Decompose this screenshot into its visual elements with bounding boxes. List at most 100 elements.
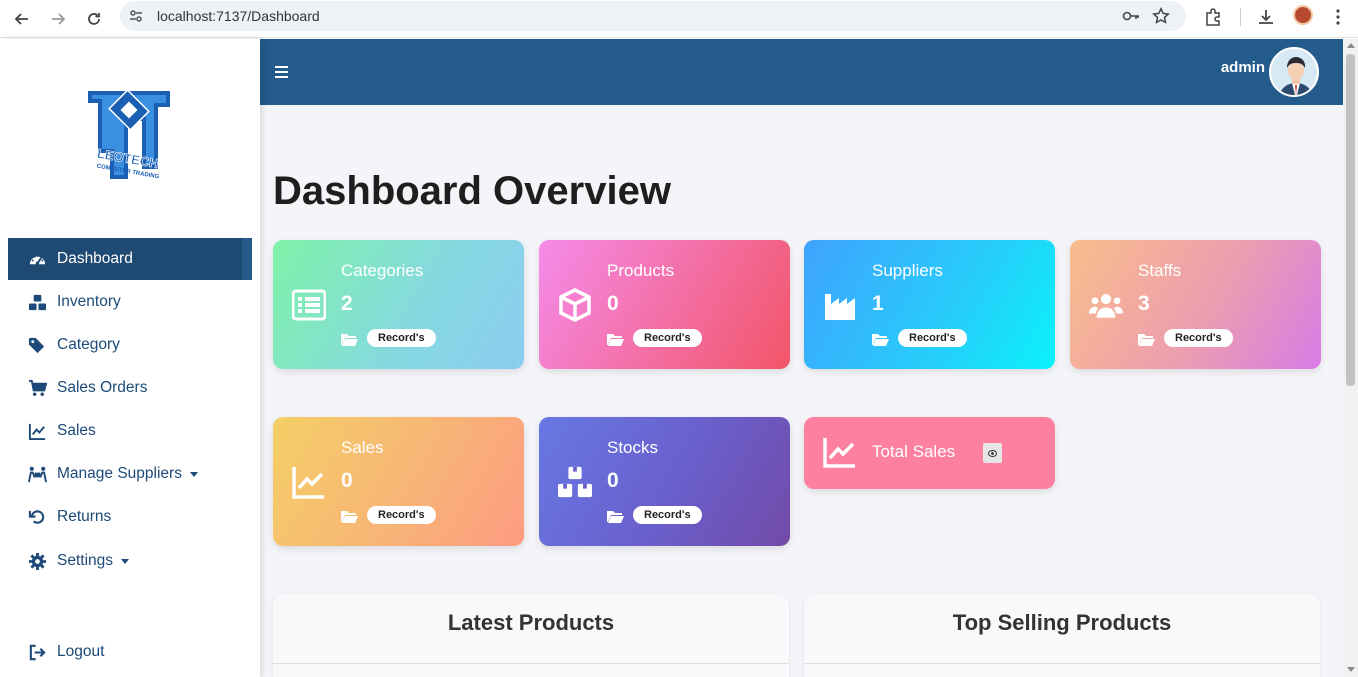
sidebar-item-inventory[interactable]: Inventory — [8, 281, 252, 323]
eye-icon — [988, 449, 997, 457]
address-bar[interactable]: localhost:7137/Dashboard — [120, 1, 1186, 31]
list-icon — [292, 289, 326, 321]
leotech-logo-icon: LEOTECH COMPUTER TRADING — [88, 89, 170, 180]
folder-open-icon — [872, 334, 889, 346]
forward-button[interactable] — [45, 6, 71, 32]
folder-open-icon — [1138, 334, 1155, 346]
users-icon — [1089, 293, 1123, 318]
hamburger-menu-icon[interactable] — [275, 66, 288, 78]
undo-icon — [27, 507, 47, 527]
url-text[interactable]: localhost:7137/Dashboard — [157, 8, 320, 24]
card-count: 2 — [341, 292, 353, 315]
page-scrollbar[interactable] — [1343, 39, 1358, 677]
page-title: Dashboard Overview — [273, 169, 671, 213]
scroll-up-icon[interactable] — [1347, 43, 1355, 48]
sidebar-item-returns[interactable]: Returns — [8, 496, 252, 538]
card-title: Stocks — [607, 438, 659, 457]
chevron-down-icon — [189, 471, 198, 477]
panel-title: Top Selling Products — [952, 610, 1172, 635]
sign-out-icon — [27, 642, 47, 662]
card-suppliers[interactable]: Suppliers 1 Record's — [804, 240, 1055, 369]
sidebar-item-manage-suppliers[interactable]: Manage Suppliers — [8, 453, 252, 495]
key-icon[interactable] — [1122, 8, 1140, 24]
total-sales-label: Total Sales — [872, 442, 956, 461]
divider — [804, 663, 1320, 664]
back-button[interactable] — [9, 6, 35, 32]
records-badge[interactable]: Record's — [367, 506, 436, 524]
extensions-button[interactable] — [1202, 6, 1224, 28]
sidebar-item-label: Dashboard — [57, 250, 133, 267]
boxes-icon — [27, 292, 47, 312]
avatar[interactable] — [1269, 47, 1319, 97]
industry-icon — [825, 294, 855, 320]
sidebar-item-sales[interactable]: Sales — [8, 410, 252, 452]
sidebar-item-label: Returns — [57, 508, 112, 525]
main-content: admin Dashboard Overview Categories 2 Re… — [260, 39, 1343, 677]
topbar: admin — [260, 39, 1343, 105]
company-logo[interactable]: LEOTECH COMPUTER TRADING — [88, 89, 172, 183]
card-title: Staffs — [1138, 261, 1182, 280]
records-badge[interactable]: Record's — [633, 506, 702, 524]
arrow-left-icon — [14, 13, 28, 25]
sidebar-item-settings[interactable]: Settings — [8, 540, 252, 582]
reload-icon — [88, 13, 100, 25]
folder-open-icon — [341, 511, 358, 523]
logout-button[interactable]: Logout — [8, 631, 252, 673]
toolbar-divider — [1240, 8, 1241, 26]
folder-open-icon — [341, 334, 358, 346]
site-settings-icon[interactable] — [128, 8, 144, 24]
records-badge[interactable]: Record's — [898, 329, 967, 347]
arrow-right-icon — [52, 13, 66, 25]
chart-line-icon — [292, 467, 324, 499]
puzzle-icon — [1206, 8, 1220, 26]
sidebar-item-label: Inventory — [57, 293, 121, 310]
chart-line-icon — [27, 421, 47, 441]
cube-icon — [559, 288, 591, 322]
browser-menu-button[interactable] — [1327, 6, 1349, 28]
sidebar-item-label: Settings — [57, 552, 114, 569]
logout-label: Logout — [57, 643, 105, 660]
sidebar-item-sales-orders[interactable]: Sales Orders — [8, 367, 252, 409]
card-title: Products — [607, 261, 675, 280]
toggle-total-sales-button[interactable] — [983, 443, 1002, 463]
downloads-button[interactable] — [1255, 6, 1277, 28]
sidebar-item-category[interactable]: Category — [8, 324, 252, 366]
reload-button[interactable] — [81, 6, 107, 32]
card-products[interactable]: Products 0 Record's — [539, 240, 790, 369]
star-icon[interactable] — [1152, 7, 1170, 25]
divider — [273, 663, 789, 664]
card-categories[interactable]: Categories 2 Record's — [273, 240, 524, 369]
top-selling-products-panel: Top Selling Products — [804, 594, 1320, 677]
sidebar: LEOTECH COMPUTER TRADING Dashboard Inven… — [0, 39, 260, 677]
records-badge[interactable]: Record's — [633, 329, 702, 347]
tags-icon — [27, 335, 47, 355]
card-sales[interactable]: Sales 0 Record's — [273, 417, 524, 546]
browser-toolbar: localhost:7137/Dashboard — [0, 0, 1358, 38]
card-staffs[interactable]: Staffs 3 Record's — [1070, 240, 1321, 369]
sidebar-item-label: Manage Suppliers — [57, 465, 182, 482]
card-count: 0 — [607, 469, 619, 492]
card-count: 0 — [607, 292, 619, 315]
cart-icon — [27, 378, 47, 398]
gear-icon — [27, 551, 47, 571]
people-carry-icon — [27, 464, 47, 484]
card-title: Categories — [341, 261, 424, 280]
sidebar-item-label: Sales — [57, 422, 96, 439]
kebab-menu-icon — [1336, 9, 1340, 25]
card-title: Suppliers — [872, 261, 943, 280]
sidebar-item-label: Category — [57, 336, 120, 353]
profile-avatar[interactable] — [1293, 5, 1313, 25]
panel-title: Latest Products — [447, 610, 615, 635]
sidebar-item-dashboard[interactable]: Dashboard — [8, 238, 252, 280]
scrollbar-thumb[interactable] — [1346, 54, 1355, 386]
total-sales-card[interactable]: Total Sales — [804, 417, 1055, 489]
chart-line-icon — [823, 438, 855, 468]
card-stocks[interactable]: Stocks 0 Record's — [539, 417, 790, 546]
boxes-icon — [558, 466, 592, 498]
user-name[interactable]: admin — [1221, 59, 1265, 76]
card-title: Sales — [341, 438, 384, 457]
records-badge[interactable]: Record's — [1164, 329, 1233, 347]
scroll-down-icon[interactable] — [1347, 667, 1355, 672]
records-badge[interactable]: Record's — [367, 329, 436, 347]
chevron-down-icon — [121, 558, 130, 564]
